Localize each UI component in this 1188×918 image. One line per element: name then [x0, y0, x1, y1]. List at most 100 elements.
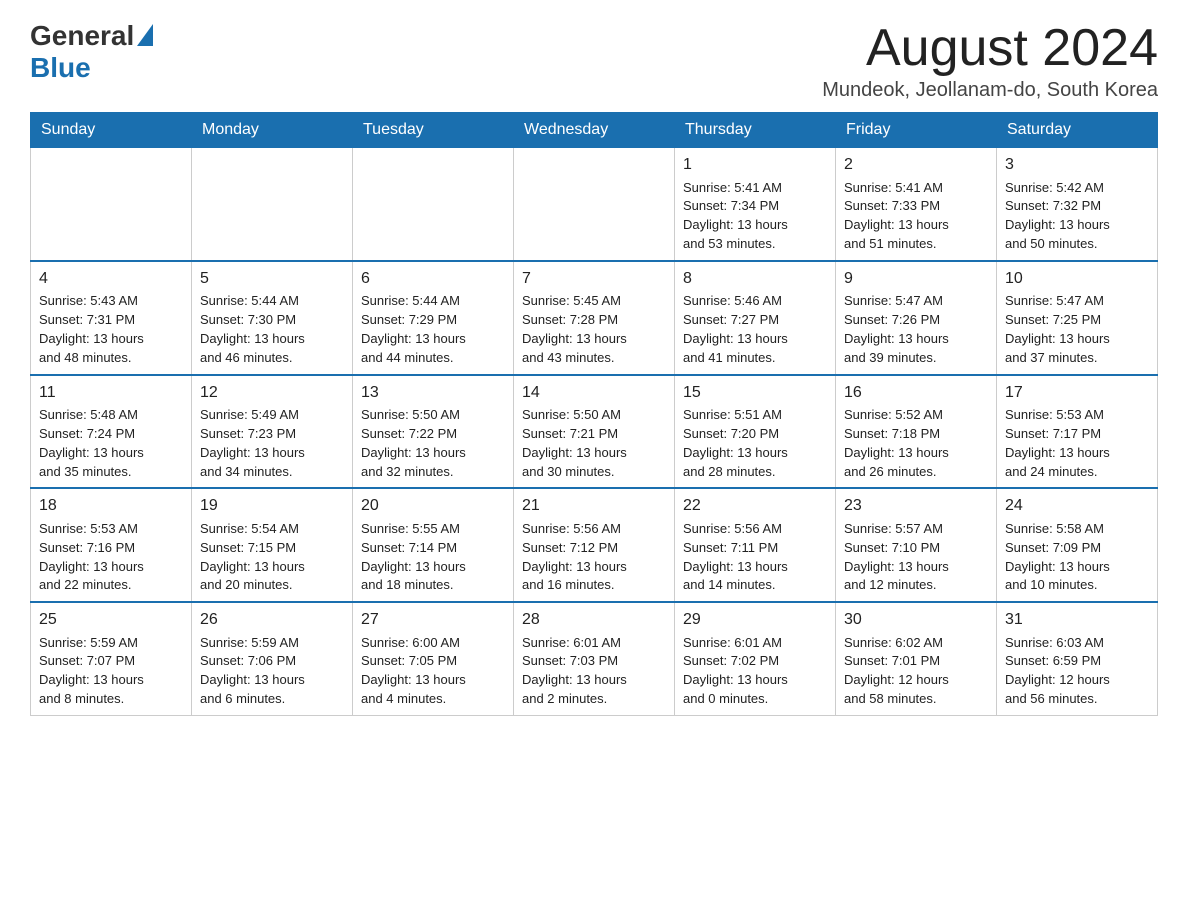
- day-info: Sunrise: 5:53 AM Sunset: 7:17 PM Dayligh…: [1005, 406, 1149, 481]
- day-number: 13: [361, 382, 505, 404]
- table-row: 22 Sunrise: 5:56 AM Sunset: 7:11 PM Dayli…: [675, 488, 836, 602]
- day-number: 22: [683, 495, 827, 517]
- table-row: 24 Sunrise: 5:58 AM Sunset: 7:09 PM Dayli…: [997, 488, 1158, 602]
- day-info: Sunrise: 5:58 AM Sunset: 7:09 PM Dayligh…: [1005, 520, 1149, 595]
- table-row: 29Sunrise: 6:01 AM Sunset: 7:02 PM Dayli…: [675, 602, 836, 715]
- calendar-table: Sunday Monday Tuesday Wednesday Thursday…: [30, 112, 1158, 716]
- day-number: 4: [39, 268, 183, 290]
- day-info: Sunrise: 5:46 AM Sunset: 7:27 PM Dayligh…: [683, 292, 827, 367]
- table-row: 27Sunrise: 6:00 AM Sunset: 7:05 PM Dayli…: [353, 602, 514, 715]
- table-row: 6Sunrise: 5:44 AM Sunset: 7:29 PM Daylig…: [353, 261, 514, 375]
- table-row: 19 Sunrise: 5:54 AM Sunset: 7:15 PM Dayli…: [192, 488, 353, 602]
- day-number: 23: [844, 495, 988, 517]
- day-info: Sunrise: 6:03 AM Sunset: 6:59 PM Dayligh…: [1005, 634, 1149, 709]
- table-row: [514, 148, 675, 261]
- header-sunday: Sunday: [31, 113, 192, 148]
- calendar-week-row: 1Sunrise: 5:41 AM Sunset: 7:34 PM Daylig…: [31, 148, 1158, 261]
- header-tuesday: Tuesday: [353, 113, 514, 148]
- table-row: 9Sunrise: 5:47 AM Sunset: 7:26 PM Daylig…: [836, 261, 997, 375]
- table-row: 23 Sunrise: 5:57 AM Sunset: 7:10 PM Dayli…: [836, 488, 997, 602]
- calendar-week-row: 4Sunrise: 5:43 AM Sunset: 7:31 PM Daylig…: [31, 261, 1158, 375]
- table-row: 3Sunrise: 5:42 AM Sunset: 7:32 PM Daylig…: [997, 148, 1158, 261]
- day-number: 17: [1005, 382, 1149, 404]
- day-number: 12: [200, 382, 344, 404]
- day-info: Sunrise: 5:44 AM Sunset: 7:29 PM Dayligh…: [361, 292, 505, 367]
- day-number: 14: [522, 382, 666, 404]
- day-number: 30: [844, 609, 988, 631]
- header-saturday: Saturday: [997, 113, 1158, 148]
- logo-general-text: General: [30, 20, 134, 52]
- day-info: Sunrise: 5:45 AM Sunset: 7:28 PM Dayligh…: [522, 292, 666, 367]
- day-info: Sunrise: 5:51 AM Sunset: 7:20 PM Dayligh…: [683, 406, 827, 481]
- table-row: 16Sunrise: 5:52 AM Sunset: 7:18 PM Dayli…: [836, 375, 997, 489]
- day-number: 19: [200, 495, 344, 517]
- day-info: Sunrise: 5:59 AM Sunset: 7:06 PM Dayligh…: [200, 634, 344, 709]
- day-info: Sunrise: 5:42 AM Sunset: 7:32 PM Dayligh…: [1005, 179, 1149, 254]
- day-info: Sunrise: 5:56 AM Sunset: 7:12 PM Dayligh…: [522, 520, 666, 595]
- day-number: 10: [1005, 268, 1149, 290]
- day-number: 29: [683, 609, 827, 631]
- day-info: Sunrise: 5:52 AM Sunset: 7:18 PM Dayligh…: [844, 406, 988, 481]
- table-row: 17Sunrise: 5:53 AM Sunset: 7:17 PM Dayli…: [997, 375, 1158, 489]
- header-thursday: Thursday: [675, 113, 836, 148]
- day-info: Sunrise: 5:41 AM Sunset: 7:34 PM Dayligh…: [683, 179, 827, 254]
- day-number: 25: [39, 609, 183, 631]
- title-block: August 2024 Mundeok, Jeollanam-do, South…: [822, 20, 1158, 102]
- day-info: Sunrise: 5:59 AM Sunset: 7:07 PM Dayligh…: [39, 634, 183, 709]
- day-number: 31: [1005, 609, 1149, 631]
- day-info: Sunrise: 5:47 AM Sunset: 7:26 PM Dayligh…: [844, 292, 988, 367]
- day-info: Sunrise: 5:44 AM Sunset: 7:30 PM Dayligh…: [200, 292, 344, 367]
- day-info: Sunrise: 6:01 AM Sunset: 7:03 PM Dayligh…: [522, 634, 666, 709]
- day-number: 18: [39, 495, 183, 517]
- table-row: 2 Sunrise: 5:41 AM Sunset: 7:33 PM Daylig…: [836, 148, 997, 261]
- table-row: 10Sunrise: 5:47 AM Sunset: 7:25 PM Dayli…: [997, 261, 1158, 375]
- calendar-week-row: 18 Sunrise: 5:53 AM Sunset: 7:16 PM Dayli…: [31, 488, 1158, 602]
- calendar-week-row: 11Sunrise: 5:48 AM Sunset: 7:24 PM Dayli…: [31, 375, 1158, 489]
- table-row: 5Sunrise: 5:44 AM Sunset: 7:30 PM Daylig…: [192, 261, 353, 375]
- day-info: Sunrise: 5:47 AM Sunset: 7:25 PM Dayligh…: [1005, 292, 1149, 367]
- table-row: 25 Sunrise: 5:59 AM Sunset: 7:07 PM Dayli…: [31, 602, 192, 715]
- day-info: Sunrise: 5:57 AM Sunset: 7:10 PM Dayligh…: [844, 520, 988, 595]
- month-year-title: August 2024: [822, 20, 1158, 77]
- day-info: Sunrise: 5:43 AM Sunset: 7:31 PM Dayligh…: [39, 292, 183, 367]
- table-row: 15Sunrise: 5:51 AM Sunset: 7:20 PM Dayli…: [675, 375, 836, 489]
- day-info: Sunrise: 5:53 AM Sunset: 7:16 PM Dayligh…: [39, 520, 183, 595]
- table-row: [31, 148, 192, 261]
- day-info: Sunrise: 5:50 AM Sunset: 7:21 PM Dayligh…: [522, 406, 666, 481]
- day-info: Sunrise: 6:00 AM Sunset: 7:05 PM Dayligh…: [361, 634, 505, 709]
- header-monday: Monday: [192, 113, 353, 148]
- day-info: Sunrise: 5:54 AM Sunset: 7:15 PM Dayligh…: [200, 520, 344, 595]
- table-row: 4Sunrise: 5:43 AM Sunset: 7:31 PM Daylig…: [31, 261, 192, 375]
- calendar-header-row: Sunday Monday Tuesday Wednesday Thursday…: [31, 113, 1158, 148]
- day-number: 11: [39, 382, 183, 404]
- day-number: 28: [522, 609, 666, 631]
- page-header: General Blue August 2024 Mundeok, Jeolla…: [30, 20, 1158, 102]
- location-subtitle: Mundeok, Jeollanam-do, South Korea: [822, 79, 1158, 102]
- table-row: 20Sunrise: 5:55 AM Sunset: 7:14 PM Dayli…: [353, 488, 514, 602]
- logo: General Blue: [30, 20, 153, 84]
- table-row: 31 Sunrise: 6:03 AM Sunset: 6:59 PM Dayli…: [997, 602, 1158, 715]
- table-row: 13Sunrise: 5:50 AM Sunset: 7:22 PM Dayli…: [353, 375, 514, 489]
- table-row: 12Sunrise: 5:49 AM Sunset: 7:23 PM Dayli…: [192, 375, 353, 489]
- day-number: 2: [844, 154, 988, 176]
- day-number: 5: [200, 268, 344, 290]
- day-number: 24: [1005, 495, 1149, 517]
- table-row: 18 Sunrise: 5:53 AM Sunset: 7:16 PM Dayli…: [31, 488, 192, 602]
- day-number: 7: [522, 268, 666, 290]
- day-info: Sunrise: 5:41 AM Sunset: 7:33 PM Dayligh…: [844, 179, 988, 254]
- day-number: 6: [361, 268, 505, 290]
- table-row: 1Sunrise: 5:41 AM Sunset: 7:34 PM Daylig…: [675, 148, 836, 261]
- table-row: 11Sunrise: 5:48 AM Sunset: 7:24 PM Dayli…: [31, 375, 192, 489]
- header-friday: Friday: [836, 113, 997, 148]
- table-row: 30Sunrise: 6:02 AM Sunset: 7:01 PM Dayli…: [836, 602, 997, 715]
- day-number: 9: [844, 268, 988, 290]
- table-row: [353, 148, 514, 261]
- day-number: 8: [683, 268, 827, 290]
- table-row: 8Sunrise: 5:46 AM Sunset: 7:27 PM Daylig…: [675, 261, 836, 375]
- day-number: 20: [361, 495, 505, 517]
- table-row: 7Sunrise: 5:45 AM Sunset: 7:28 PM Daylig…: [514, 261, 675, 375]
- calendar-week-row: 25 Sunrise: 5:59 AM Sunset: 7:07 PM Dayli…: [31, 602, 1158, 715]
- table-row: 21Sunrise: 5:56 AM Sunset: 7:12 PM Dayli…: [514, 488, 675, 602]
- day-info: Sunrise: 5:56 AM Sunset: 7:11 PM Dayligh…: [683, 520, 827, 595]
- day-number: 16: [844, 382, 988, 404]
